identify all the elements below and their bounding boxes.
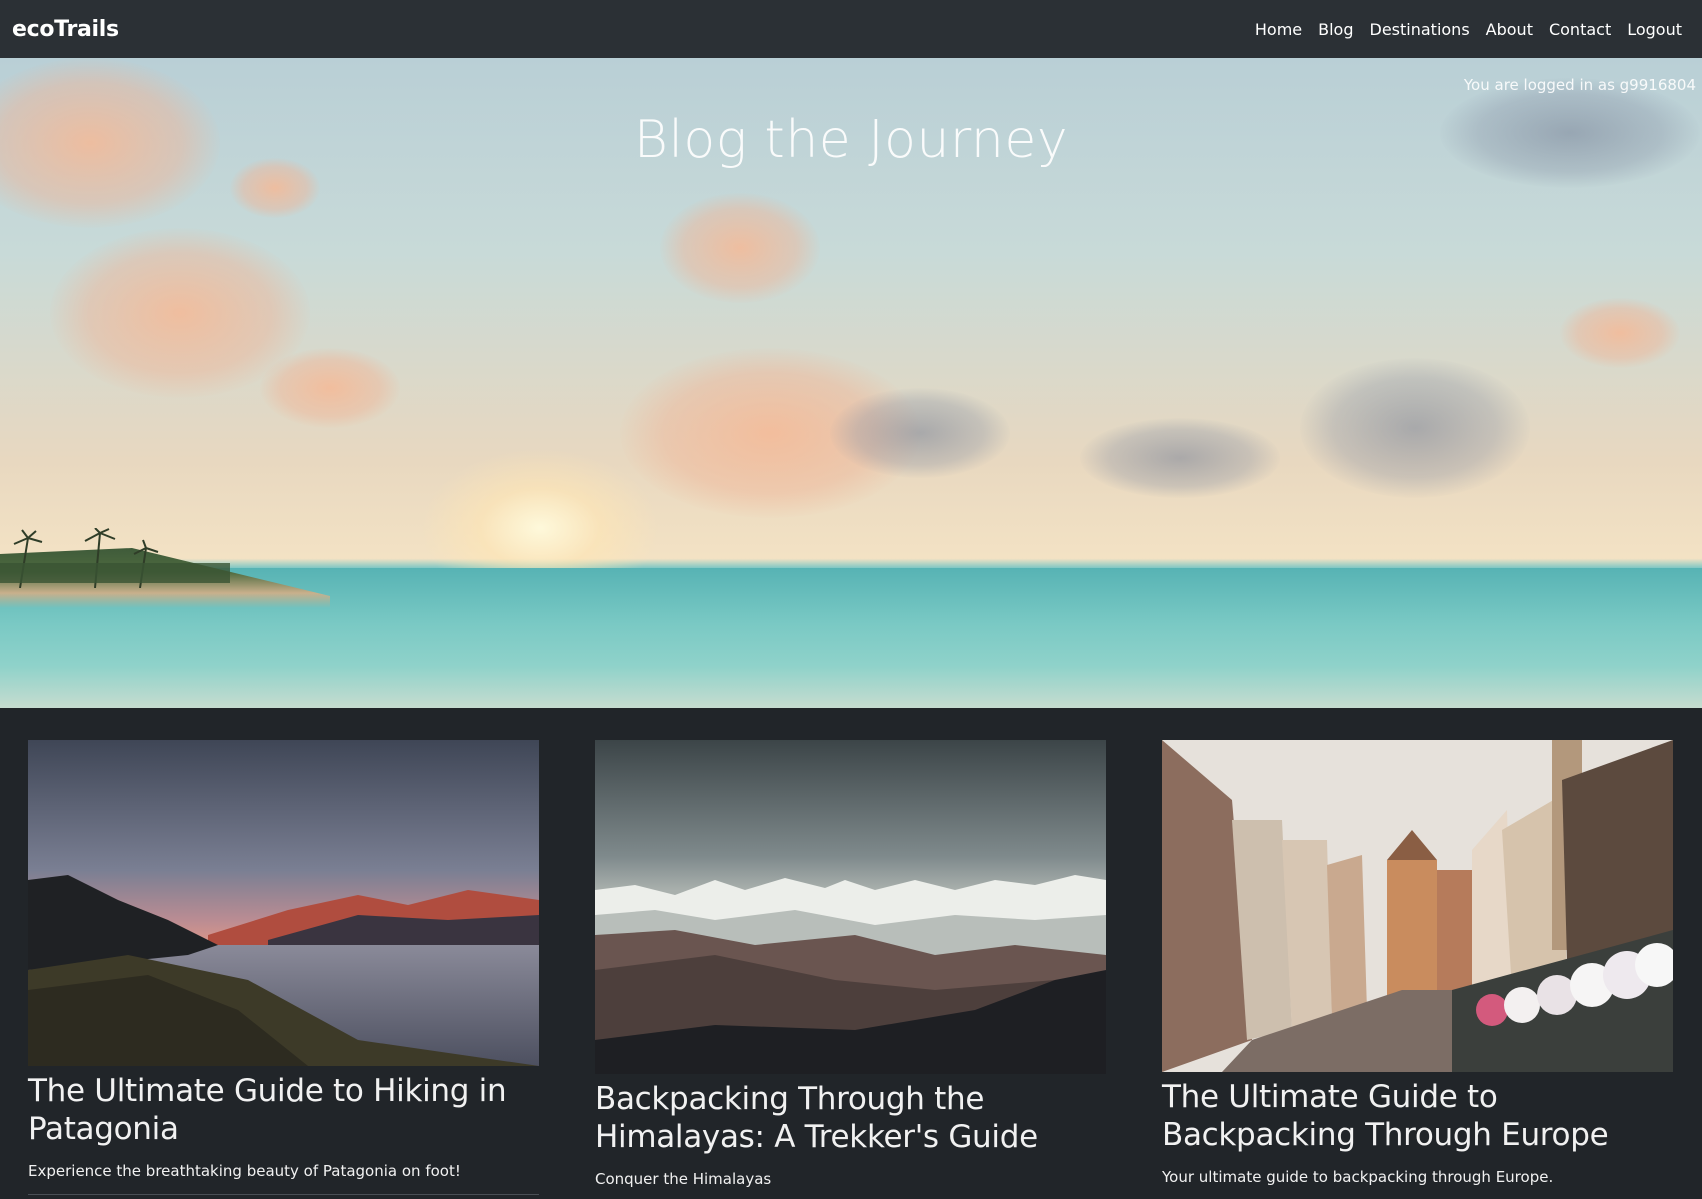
nav-link-destinations[interactable]: Destinations <box>1362 20 1478 39</box>
hero-cloud <box>1560 298 1680 368</box>
post-image-europe[interactable] <box>1162 740 1673 1072</box>
patagonia-lake-image <box>28 740 539 1066</box>
login-status-text: You are logged in as g9916804 <box>1463 76 1696 94</box>
post-image-himalayas[interactable] <box>595 740 1106 1074</box>
nav-links: Home Blog Destinations About Contact Log… <box>1247 20 1690 39</box>
post-description: Conquer the Himalayas <box>595 1170 772 1188</box>
nav-link-logout[interactable]: Logout <box>1619 20 1690 39</box>
post-image-patagonia[interactable] <box>28 740 539 1066</box>
top-navbar: ecoTrails Home Blog Destinations About C… <box>0 0 1702 58</box>
post-description: Experience the breathtaking beauty of Pa… <box>28 1162 461 1180</box>
himalayas-mountains-image <box>595 740 1106 1074</box>
hero-cloud <box>1080 418 1280 498</box>
post-description: Your ultimate guide to backpacking throu… <box>1162 1168 1554 1186</box>
hero-cloud <box>830 388 1010 478</box>
brand-logo-link[interactable]: ecoTrails <box>12 17 119 42</box>
post-title[interactable]: The Ultimate Guide to Hiking in Patagoni… <box>28 1072 539 1148</box>
post-title[interactable]: Backpacking Through the Himalayas: A Tre… <box>595 1080 1106 1156</box>
nav-link-blog[interactable]: Blog <box>1310 20 1361 39</box>
blog-post-card[interactable]: The Ultimate Guide to Hiking in Patagoni… <box>28 740 539 1195</box>
nav-link-home[interactable]: Home <box>1247 20 1310 39</box>
hero-cloud <box>1300 358 1530 498</box>
nav-link-about[interactable]: About <box>1478 20 1541 39</box>
post-title[interactable]: The Ultimate Guide to Backpacking Throug… <box>1162 1078 1673 1154</box>
europe-town-street-image <box>1162 740 1673 1072</box>
palm-trees-illustration <box>0 528 230 588</box>
hero-title: Blog the Journey <box>633 110 1069 170</box>
blog-post-card[interactable]: Backpacking Through the Himalayas: A Tre… <box>595 740 1106 1199</box>
hero-cloud <box>660 193 820 303</box>
blog-post-list: The Ultimate Guide to Hiking in Patagoni… <box>0 708 1702 1199</box>
hero-cloud <box>260 348 400 428</box>
nav-link-contact[interactable]: Contact <box>1541 20 1619 39</box>
hero-banner: Blog the Journey You are logged in as g9… <box>0 58 1702 708</box>
blog-post-card[interactable]: The Ultimate Guide to Backpacking Throug… <box>1162 740 1673 1199</box>
divider <box>28 1194 539 1195</box>
